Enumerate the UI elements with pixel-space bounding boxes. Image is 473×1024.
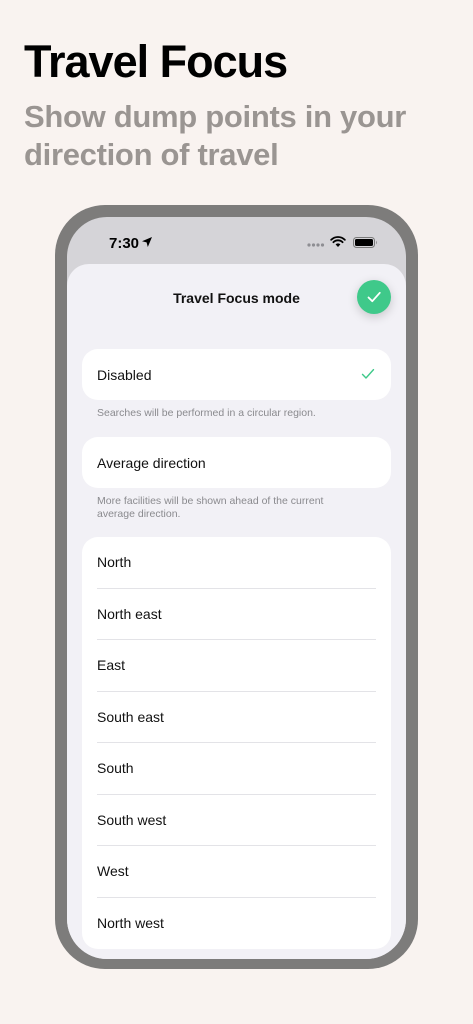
direction-option-north-west[interactable]: North west	[97, 898, 376, 950]
selected-checkmark-icon	[361, 368, 375, 379]
promo-subtitle: Show dump points in your direction of tr…	[24, 99, 406, 172]
direction-option-south-west[interactable]: South west	[97, 795, 376, 846]
phone-frame: 7:30 Travel Focus mode Disabled Searches…	[55, 205, 418, 969]
direction-label: South east	[97, 708, 164, 725]
battery-icon	[353, 237, 377, 248]
location-arrow-icon	[142, 237, 152, 247]
done-button[interactable]	[357, 280, 391, 314]
signal-dots-icon	[307, 243, 325, 247]
option-disabled-label: Disabled	[97, 366, 152, 383]
sheet-title: Travel Focus mode	[173, 290, 300, 306]
checkmark-icon	[367, 291, 381, 303]
direction-option-south-east[interactable]: South east	[97, 692, 376, 743]
option-disabled[interactable]: Disabled	[82, 349, 391, 400]
status-bar: 7:30	[67, 217, 406, 267]
direction-label: East	[97, 657, 126, 674]
direction-label: South west	[97, 811, 167, 828]
option-average-footnote: More facilities will be shown ahead of t…	[97, 495, 324, 520]
phone-screen: 7:30 Travel Focus mode Disabled Searches…	[67, 217, 406, 959]
direction-label: North	[97, 554, 132, 571]
promo-title: Travel Focus	[24, 36, 288, 87]
direction-list: North North east East South east South South …	[82, 537, 391, 949]
option-average-label: Average direction	[97, 454, 206, 471]
direction-label: West	[97, 863, 129, 880]
option-disabled-footnote: Searches will be performed in a circular…	[97, 407, 316, 419]
direction-label: North west	[97, 915, 164, 932]
status-time: 7:30	[109, 235, 140, 252]
direction-option-north-east[interactable]: North east	[97, 589, 376, 640]
direction-label: South	[97, 760, 134, 777]
option-average-direction[interactable]: Average direction	[82, 437, 391, 488]
direction-option-east[interactable]: East	[97, 640, 376, 692]
direction-label: North east	[97, 605, 162, 622]
direction-option-west[interactable]: West	[97, 846, 376, 898]
direction-option-north[interactable]: North	[97, 537, 376, 589]
direction-option-south[interactable]: South	[97, 743, 376, 795]
wifi-icon	[330, 236, 346, 247]
travel-focus-sheet: Travel Focus mode Disabled Searches will…	[67, 264, 406, 959]
